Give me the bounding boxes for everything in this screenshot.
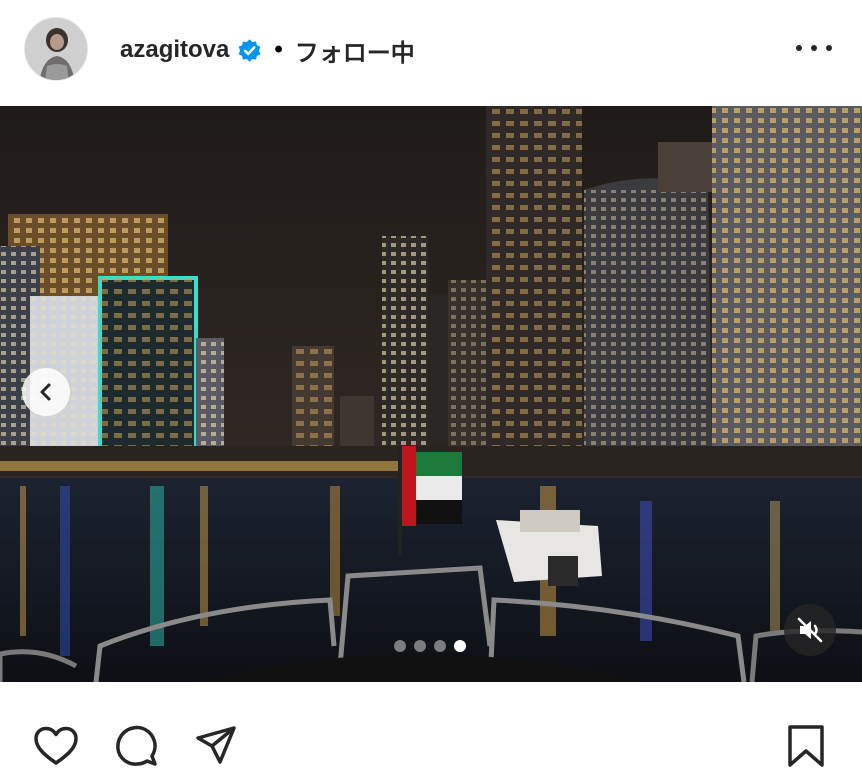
bookmark-icon[interactable] (782, 722, 830, 770)
carousel-dot (434, 640, 446, 652)
avatar-photo (25, 18, 87, 80)
carousel-dot (394, 640, 406, 652)
paper-plane-icon[interactable] (192, 722, 240, 770)
post-media[interactable] (0, 106, 862, 682)
avatar[interactable] (24, 17, 88, 81)
follow-status[interactable]: フォロー中 (295, 33, 415, 68)
comment-bubble-icon[interactable] (112, 722, 160, 770)
post-header: azagitova • フォロー中 (0, 0, 862, 106)
carousel-dot-active (454, 640, 466, 652)
verified-badge-icon (237, 38, 262, 63)
carousel-dot (414, 640, 426, 652)
action-bar (0, 684, 862, 784)
carousel-indicator (394, 640, 466, 652)
night-marina-photo (0, 106, 862, 682)
separator: • (274, 36, 283, 63)
heart-icon[interactable] (32, 722, 80, 770)
more-options-icon[interactable] (796, 36, 832, 60)
speaker-muted-icon[interactable] (784, 604, 836, 656)
chevron-left-icon[interactable] (22, 368, 70, 416)
user-line: azagitova • フォロー中 (120, 33, 415, 68)
username[interactable]: azagitova (120, 36, 229, 64)
